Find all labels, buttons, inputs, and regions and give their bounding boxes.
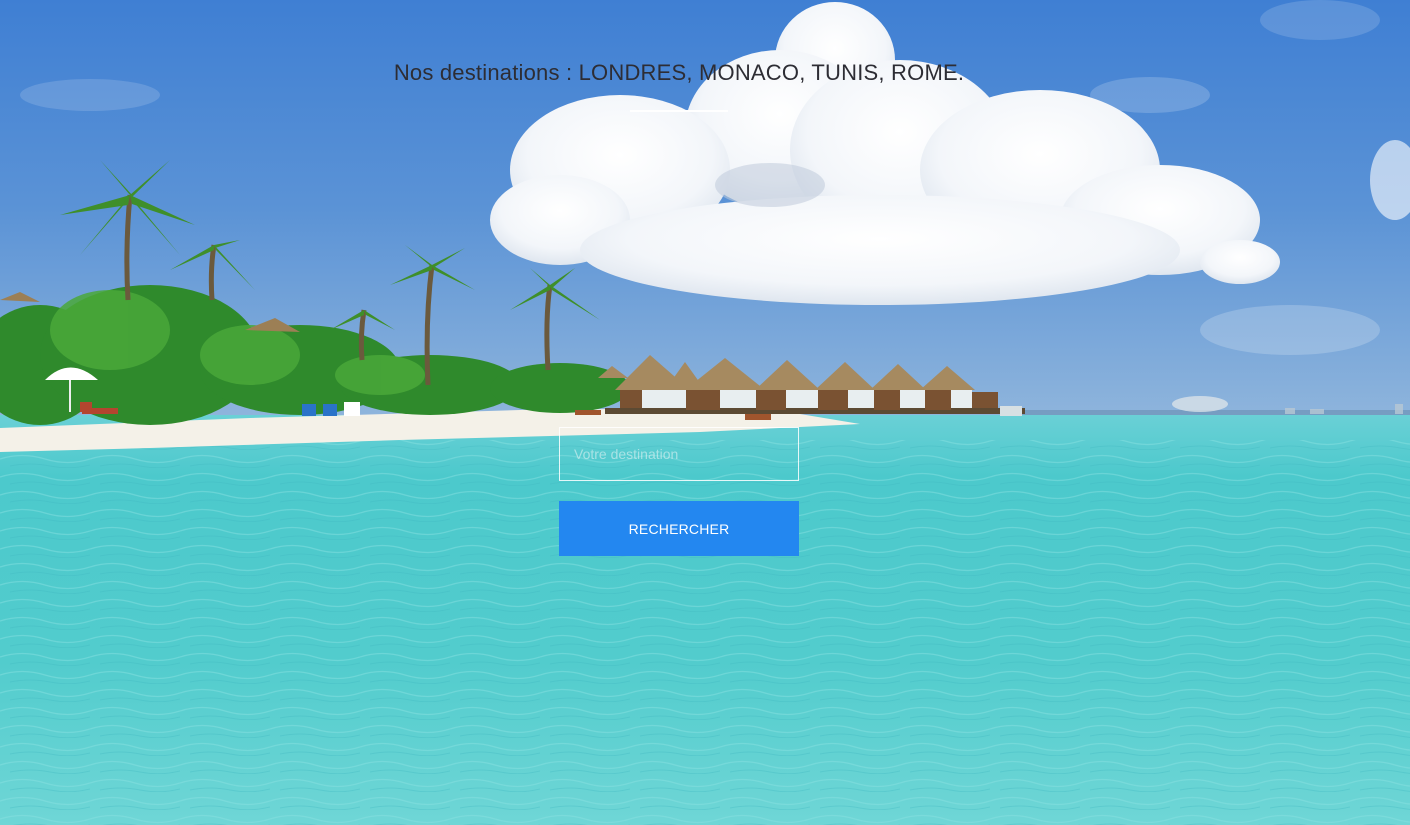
destination-search-input[interactable] <box>559 427 799 481</box>
search-button[interactable]: RECHERCHER <box>559 501 799 556</box>
hero-section: Nos destinations : LONDRES, MONACO, TUNI… <box>0 0 1410 825</box>
heading-underline <box>630 110 728 112</box>
destinations-heading: Nos destinations : LONDRES, MONACO, TUNI… <box>393 60 965 85</box>
beach-background-image <box>0 0 1410 825</box>
